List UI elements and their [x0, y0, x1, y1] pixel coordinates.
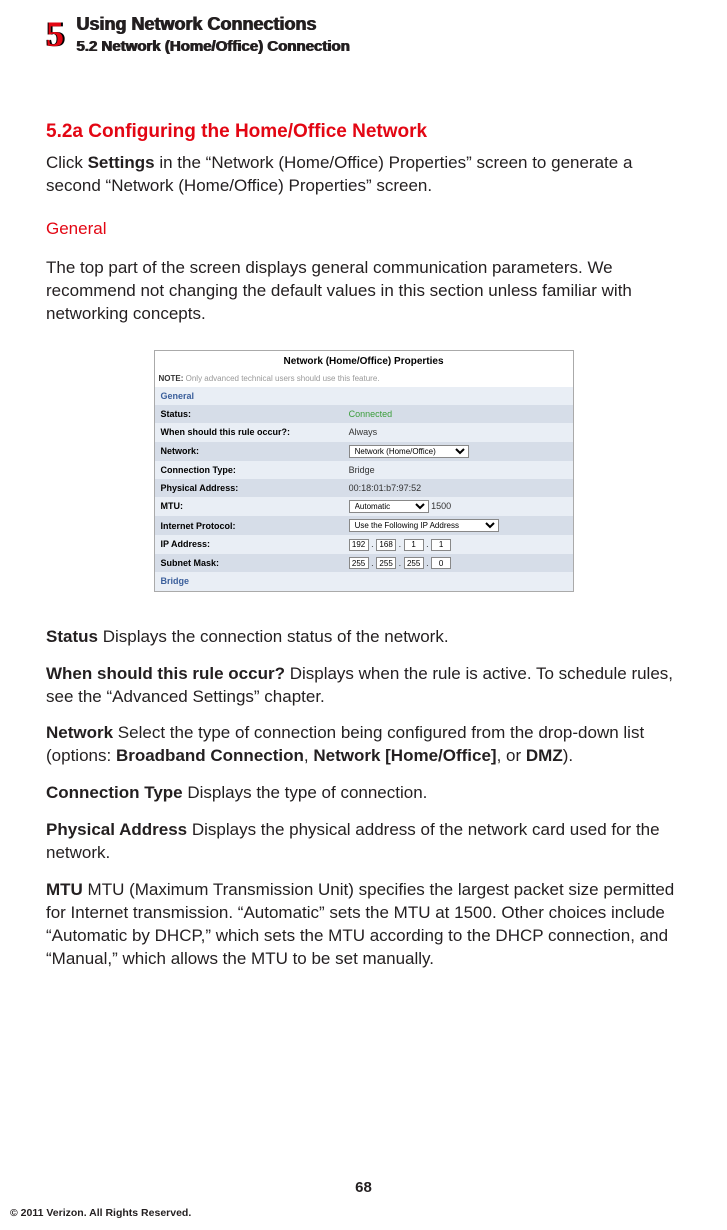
iproto-select[interactable]: Use the Following IP Address — [349, 519, 499, 532]
row-subnet: Subnet Mask: . . . — [155, 554, 573, 573]
intro-bold: Settings — [88, 153, 155, 172]
note-label: NOTE: — [159, 374, 184, 383]
row-network: Network: Network (Home/Office) — [155, 442, 573, 461]
phys-value: 00:18:01:b7:97:52 — [343, 479, 573, 497]
def-network-b3: DMZ — [526, 746, 563, 765]
sm-octet-1[interactable] — [349, 557, 369, 569]
def-mtu: MTU MTU (Maximum Transmission Unit) spec… — [46, 879, 681, 971]
def-phys-term: Physical Address — [46, 820, 187, 839]
row-rule: When should this rule occur?: Always — [155, 423, 573, 441]
def-status: Status Displays the connection status of… — [46, 626, 681, 649]
mtu-label: MTU: — [155, 497, 343, 516]
def-status-desc: Displays the connection status of the ne… — [98, 627, 449, 646]
section-bridge-label: Bridge — [155, 572, 573, 590]
iproto-label: Internet Protocol: — [155, 516, 343, 535]
chapter-subtitle: 5.2 Network (Home/Office) Connection — [76, 37, 349, 57]
rule-label: When should this rule occur?: — [155, 423, 343, 441]
row-conn: Connection Type: Bridge — [155, 461, 573, 479]
ip-octet-1[interactable] — [349, 539, 369, 551]
def-network-d3: , or — [497, 746, 526, 765]
status-label: Status: — [155, 405, 343, 423]
chapter-titles: Using Network Connections 5.2 Network (H… — [76, 10, 349, 58]
def-network-d2: , — [304, 746, 313, 765]
def-conn: Connection Type Displays the type of con… — [46, 782, 681, 805]
section-bridge: Bridge — [155, 572, 573, 590]
row-iproto: Internet Protocol: Use the Following IP … — [155, 516, 573, 535]
row-mtu: MTU: Automatic 1500 — [155, 497, 573, 516]
sm-octet-3[interactable] — [404, 557, 424, 569]
conn-label: Connection Type: — [155, 461, 343, 479]
general-heading: General — [46, 218, 681, 241]
def-network-term: Network — [46, 723, 113, 742]
def-rule: When should this rule occur? Displays wh… — [46, 663, 681, 709]
ipaddr-value-cell: . . . — [343, 535, 573, 554]
copyright: © 2011 Verizon. All Rights Reserved. — [10, 1206, 191, 1220]
phys-label: Physical Address: — [155, 479, 343, 497]
def-mtu-term: MTU — [46, 880, 83, 899]
subnet-value-cell: . . . — [343, 554, 573, 573]
def-conn-term: Connection Type — [46, 783, 183, 802]
ip-octet-2[interactable] — [376, 539, 396, 551]
def-network-b1: Broadband Connection — [116, 746, 304, 765]
chapter-header: 5 Using Network Connections 5.2 Network … — [46, 10, 681, 59]
section-general: General — [155, 387, 573, 405]
def-status-term: Status — [46, 627, 98, 646]
rule-value: Always — [343, 423, 573, 441]
general-text: The top part of the screen displays gene… — [46, 257, 681, 326]
properties-figure: Network (Home/Office) Properties NOTE: O… — [46, 350, 681, 592]
mtu-value-cell: Automatic 1500 — [343, 497, 573, 516]
network-value-cell: Network (Home/Office) — [343, 442, 573, 461]
ip-octet-4[interactable] — [431, 539, 451, 551]
def-network-d4: ). — [563, 746, 573, 765]
def-rule-term: When should this rule occur? — [46, 664, 285, 683]
def-mtu-desc: MTU (Maximum Transmission Unit) specifie… — [46, 880, 674, 968]
section-general-label: General — [155, 387, 573, 405]
ipaddr-label: IP Address: — [155, 535, 343, 554]
properties-note: NOTE: Only advanced technical users shou… — [155, 372, 573, 387]
chapter-number: 5 — [46, 10, 62, 59]
row-status: Status: Connected — [155, 405, 573, 423]
chapter-title: Using Network Connections — [76, 12, 349, 36]
row-ipaddr: IP Address: . . . — [155, 535, 573, 554]
mtu-select[interactable]: Automatic — [349, 500, 429, 513]
subnet-label: Subnet Mask: — [155, 554, 343, 573]
mtu-number: 1500 — [431, 501, 451, 511]
def-phys: Physical Address Displays the physical a… — [46, 819, 681, 865]
note-text: Only advanced technical users should use… — [183, 374, 379, 383]
iproto-value-cell: Use the Following IP Address — [343, 516, 573, 535]
status-value: Connected — [343, 405, 573, 423]
properties-table: General Status: Connected When should th… — [155, 387, 573, 590]
def-network-b2: Network [Home/Office] — [313, 746, 496, 765]
def-conn-desc: Displays the type of connection. — [183, 783, 428, 802]
row-phys: Physical Address: 00:18:01:b7:97:52 — [155, 479, 573, 497]
def-network: Network Select the type of connection be… — [46, 722, 681, 768]
section-heading: 5.2a Configuring the Home/Office Network — [46, 119, 681, 145]
network-label: Network: — [155, 442, 343, 461]
section-intro: Click Settings in the “Network (Home/Off… — [46, 152, 681, 198]
ip-octet-3[interactable] — [404, 539, 424, 551]
conn-value: Bridge — [343, 461, 573, 479]
properties-panel: Network (Home/Office) Properties NOTE: O… — [154, 350, 574, 592]
sm-octet-2[interactable] — [376, 557, 396, 569]
intro-pre: Click — [46, 153, 88, 172]
sm-octet-4[interactable] — [431, 557, 451, 569]
properties-title: Network (Home/Office) Properties — [155, 351, 573, 373]
page-number: 68 — [0, 1178, 727, 1198]
network-select[interactable]: Network (Home/Office) — [349, 445, 469, 458]
